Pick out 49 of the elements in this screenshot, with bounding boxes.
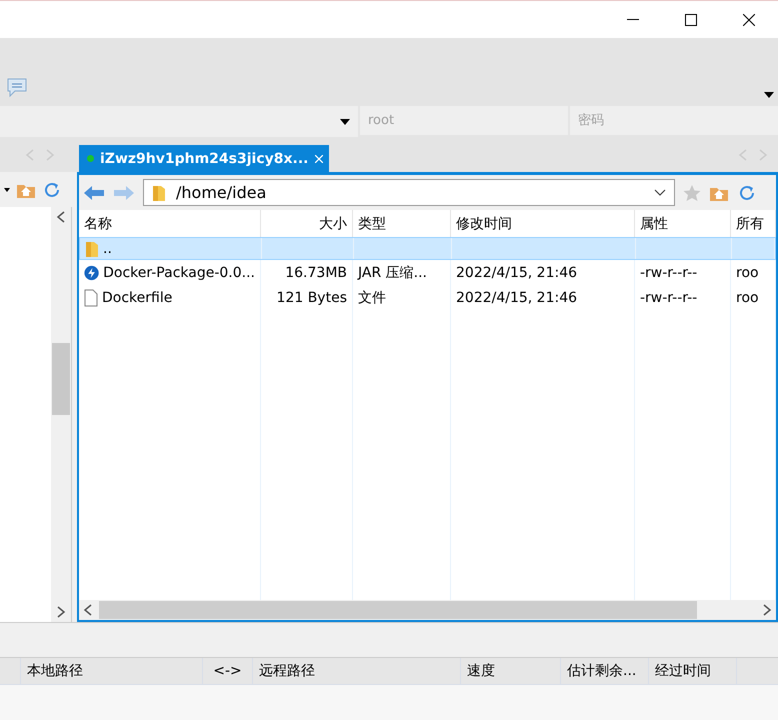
scroll-down-icon[interactable] bbox=[56, 606, 66, 618]
forward-icon[interactable] bbox=[113, 184, 135, 200]
column-header[interactable]: <-> bbox=[202, 658, 252, 684]
column-header[interactable]: 本地路径 bbox=[20, 658, 202, 684]
folder-icon bbox=[85, 240, 99, 258]
close-icon[interactable] bbox=[314, 154, 322, 162]
star-icon[interactable] bbox=[683, 184, 701, 202]
horizontal-scrollbar[interactable] bbox=[79, 600, 776, 620]
minimize-icon bbox=[627, 18, 639, 20]
table-cell: 文件 bbox=[358, 288, 386, 306]
username-field[interactable]: root bbox=[360, 106, 568, 135]
table-cell: -rw-r--r-- bbox=[640, 290, 698, 306]
table-cell: 16.73MB bbox=[285, 264, 347, 280]
table-cell: roo bbox=[736, 290, 759, 306]
close-icon bbox=[743, 14, 755, 26]
scroll-up-icon[interactable] bbox=[56, 211, 66, 223]
back-icon[interactable] bbox=[83, 184, 105, 200]
vertical-scrollbar[interactable] bbox=[51, 207, 71, 622]
chat-icon[interactable] bbox=[6, 78, 28, 98]
table-cell: Docker-Package-0.0... bbox=[103, 264, 255, 280]
file-icon bbox=[84, 288, 98, 306]
column-header[interactable]: 远程路径 bbox=[252, 658, 460, 684]
dropdown-caret-icon[interactable] bbox=[764, 92, 774, 98]
password-field[interactable]: 密码 bbox=[570, 106, 778, 135]
table-cell: .. bbox=[103, 240, 112, 256]
file-row[interactable]: .. bbox=[79, 237, 776, 260]
column-header[interactable]: 估计剩余... bbox=[560, 658, 648, 684]
chevron-down-icon[interactable] bbox=[654, 188, 666, 196]
dropdown-caret-icon[interactable] bbox=[340, 118, 350, 124]
table-cell: 2022/4/15, 21:46 bbox=[456, 264, 578, 280]
scroll-left-icon[interactable] bbox=[83, 604, 93, 616]
table-cell: JAR 压缩... bbox=[358, 264, 427, 282]
table-cell: roo bbox=[736, 264, 759, 280]
path-field[interactable]: /home/idea bbox=[143, 179, 675, 206]
session-tab[interactable]: iZwz9hv1phm24s3jicy8x... bbox=[79, 145, 329, 172]
folder-icon bbox=[152, 184, 166, 202]
table-cell: -rw-r--r-- bbox=[640, 264, 698, 280]
column-header[interactable]: 经过时间 bbox=[648, 658, 736, 684]
dropdown-caret-icon[interactable] bbox=[4, 188, 10, 192]
package-icon bbox=[84, 264, 100, 282]
maximize-icon bbox=[685, 14, 697, 26]
path-text: /home/idea bbox=[176, 183, 266, 202]
column-header[interactable]: 速度 bbox=[460, 658, 560, 684]
table-cell: 2022/4/15, 21:46 bbox=[456, 290, 578, 306]
scrollbar-thumb[interactable] bbox=[52, 343, 70, 415]
table-cell: 121 Bytes bbox=[276, 290, 347, 306]
table-cell: Dockerfile bbox=[102, 290, 172, 306]
scroll-right-icon[interactable] bbox=[762, 604, 772, 616]
host-field[interactable] bbox=[0, 106, 358, 137]
